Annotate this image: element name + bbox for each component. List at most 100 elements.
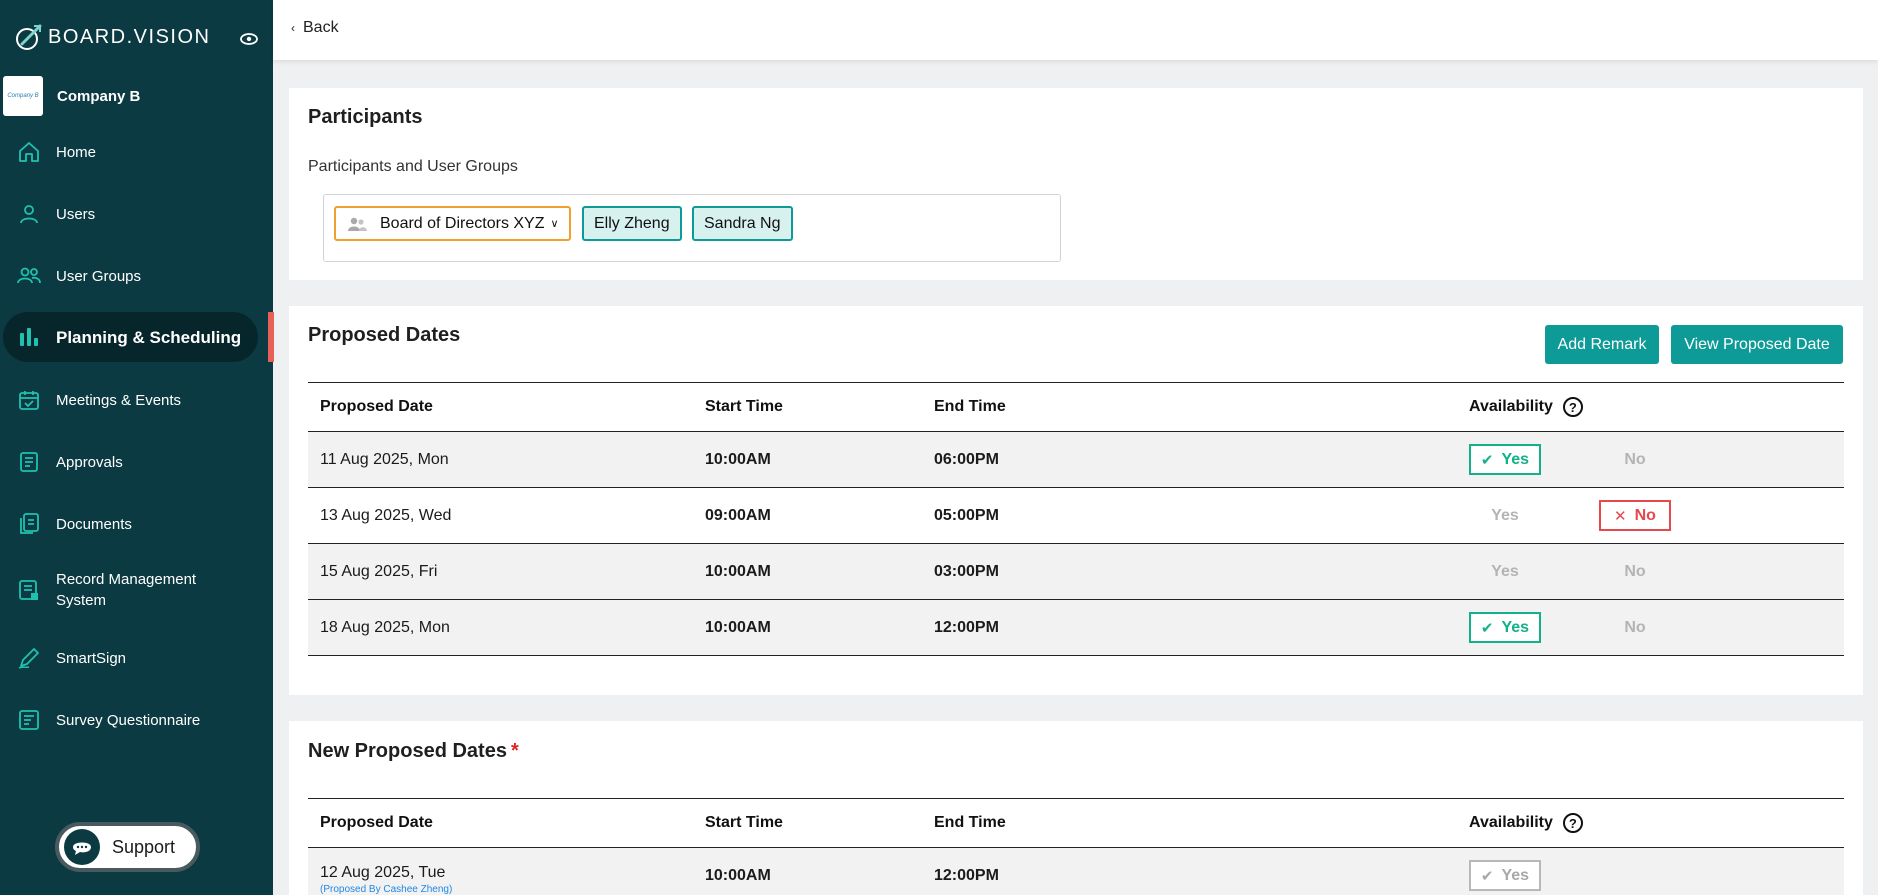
sidebar-item-label: User Groups [56, 267, 142, 285]
sidebar-item-survey-questionnaire[interactable]: Survey Questionnaire [0, 695, 273, 745]
col-availability: Availability? [1457, 382, 1844, 432]
sidebar: BOARD.VISION Company B Company B Home Us… [0, 0, 274, 895]
eye-toggle-icon[interactable] [240, 31, 258, 47]
company-switcher[interactable]: Company B Company B [3, 76, 140, 116]
no-option[interactable]: No [1599, 556, 1671, 587]
sidebar-item-users[interactable]: Users [0, 189, 273, 239]
survey-icon [19, 710, 39, 730]
participant-name: Sandra Ng [704, 214, 781, 232]
start-time-cell: 10:00AM [693, 543, 922, 600]
sidebar-item-label: Record Management System [56, 571, 197, 609]
table-row: 11 Aug 2025, Mon 10:00AM 06:00PM ✔ Yes No [308, 431, 1844, 488]
participant-name: Elly Zheng [594, 214, 670, 232]
sidebar-item-label: Planning & Scheduling [56, 327, 242, 347]
proposed-dates-title: Proposed Dates [308, 324, 461, 346]
help-icon[interactable]: ? [1562, 813, 1583, 833]
back-button[interactable]: ‹ Back [291, 19, 339, 37]
proposed-date-text: 12 Aug 2025, Tue [320, 864, 446, 881]
documents-icon [20, 513, 39, 534]
yes-label: Yes [1501, 866, 1530, 884]
proposed-dates-card: Proposed Dates Add Remark View Proposed … [289, 306, 1863, 695]
availability-cell: Yes No [1457, 543, 1844, 600]
check-icon: ✔ [1480, 619, 1494, 637]
add-remark-button[interactable]: Add Remark [1545, 325, 1659, 364]
help-icon[interactable]: ? [1562, 397, 1583, 417]
yes-option[interactable]: Yes [1469, 500, 1541, 531]
proposed-date-cell: 11 Aug 2025, Mon [308, 431, 693, 488]
required-mark: * [510, 740, 519, 762]
sidebar-item-planning-scheduling[interactable]: Planning & Scheduling [0, 312, 274, 362]
end-time-cell: 12:00PM [922, 847, 1457, 895]
new-proposed-dates-title: New Proposed Dates * [308, 740, 519, 763]
participant-chip[interactable]: Sandra Ng [692, 206, 793, 241]
sidebar-item-label: Survey Questionnaire [56, 711, 201, 729]
participant-chip[interactable]: Elly Zheng [582, 206, 682, 241]
no-option[interactable]: ✕ No [1599, 500, 1671, 531]
yes-label: Yes [1501, 450, 1530, 468]
proposed-date-cell: 18 Aug 2025, Mon [308, 599, 693, 656]
table-header-row: Proposed Date Start Time End Time Availa… [308, 382, 1844, 432]
table-row: 12 Aug 2025, Tue (Proposed By Cashee Zhe… [308, 847, 1844, 895]
proposed-date-cell: 15 Aug 2025, Fri [308, 543, 693, 600]
users-icon [17, 267, 41, 284]
sidebar-item-home[interactable]: Home [0, 127, 273, 177]
yes-label: Yes [1501, 618, 1530, 636]
end-time-cell: 05:00PM [922, 487, 1457, 544]
col-proposed-date: Proposed Date [308, 382, 693, 432]
start-time-cell: 10:00AM [693, 599, 922, 656]
table-row: 13 Aug 2025, Wed 09:00AM 05:00PM Yes ✕ No [308, 487, 1844, 544]
close-icon: ✕ [1614, 507, 1627, 525]
sidebar-item-user-groups[interactable]: User Groups [0, 251, 273, 301]
back-label: Back [303, 19, 339, 36]
sidebar-item-meetings-events[interactable]: Meetings & Events [0, 375, 273, 425]
sidebar-item-smartsign[interactable]: SmartSign [0, 633, 273, 683]
no-option[interactable]: No [1599, 612, 1671, 643]
table-header-row: Proposed Date Start Time End Time Availa… [308, 798, 1844, 848]
pen-icon [18, 648, 39, 669]
sidebar-item-approvals[interactable]: Approvals [0, 437, 273, 487]
participants-title: Participants [308, 106, 423, 128]
view-proposed-date-button[interactable]: View Proposed Date [1671, 325, 1843, 364]
check-icon: ✔ [1480, 867, 1494, 885]
availability-cell: ✔ Yes No [1457, 599, 1844, 656]
support-button[interactable]: Support [55, 822, 200, 872]
user-icon [20, 205, 38, 224]
col-end-time: End Time [922, 798, 1457, 848]
sidebar-item-documents[interactable]: Documents [0, 499, 273, 549]
end-time-cell: 12:00PM [922, 599, 1457, 656]
proposed-date-cell: 12 Aug 2025, Tue (Proposed By Cashee Zhe… [308, 847, 693, 895]
yes-option[interactable]: Yes [1469, 556, 1541, 587]
records-icon [19, 580, 38, 600]
yes-option[interactable]: ✔ Yes [1469, 860, 1541, 891]
availability-cell: Yes ✕ No [1457, 487, 1844, 544]
col-end-time: End Time [922, 382, 1457, 432]
logo-mark-icon [16, 24, 42, 50]
no-option[interactable]: No [1599, 444, 1671, 475]
sidebar-item-label: Users [56, 205, 96, 223]
yes-option[interactable]: ✔ Yes [1469, 444, 1541, 475]
col-start-time: Start Time [693, 382, 922, 432]
participants-card: Participants Participants and User Group… [289, 88, 1863, 280]
calendar-check-icon [19, 391, 39, 410]
table-row: 15 Aug 2025, Fri 10:00AM 03:00PM Yes No [308, 543, 1844, 600]
new-proposed-dates-title-text: New Proposed Dates [308, 740, 507, 762]
group-chip[interactable]: Board of Directors XYZ ∨ [334, 206, 571, 241]
brand-logo[interactable]: BOARD.VISION [14, 22, 210, 52]
sidebar-item-label: Documents [56, 515, 132, 533]
col-availability: Availability? [1457, 798, 1844, 848]
no-label: No [1634, 506, 1656, 524]
brand-name: BOARD.VISION [48, 25, 211, 48]
new-proposed-dates-card: New Proposed Dates * Proposed Date Start … [289, 721, 1863, 895]
new-proposed-dates-table: Proposed Date Start Time End Time Availa… [308, 798, 1844, 895]
sidebar-item-label: Approvals [56, 453, 123, 471]
home-icon [19, 142, 39, 162]
yes-option[interactable]: ✔ Yes [1469, 612, 1541, 643]
availability-header-label: Availability [1469, 398, 1553, 415]
availability-cell: ✔ Yes No [1457, 431, 1844, 488]
check-icon: ✔ [1480, 451, 1494, 469]
sidebar-item-record-management[interactable]: Record Management System [0, 565, 273, 615]
col-start-time: Start Time [693, 798, 922, 848]
sidebar-item-label: Meetings & Events [56, 391, 182, 409]
participants-field[interactable]: Board of Directors XYZ ∨ Elly Zheng Sand… [323, 194, 1061, 262]
end-time-cell: 03:00PM [922, 543, 1457, 600]
